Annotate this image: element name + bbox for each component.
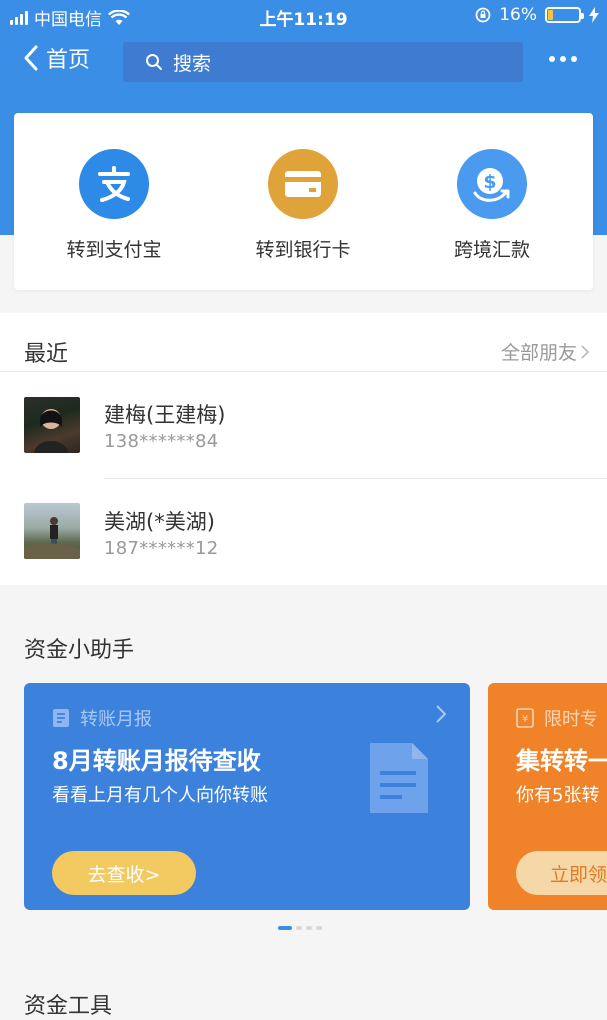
- card-headline: 8月转账月报待查收: [52, 747, 261, 775]
- orientation-lock-icon: [475, 7, 491, 23]
- chevron-right-icon: [581, 344, 589, 359]
- card-tag: ¥ 限时专: [516, 705, 598, 731]
- transfer-option-label: 跨境汇款: [453, 239, 530, 261]
- contact-row[interactable]: 建梅(王建梅) 138******84: [0, 371, 607, 479]
- card-subtitle: 你有5张转: [516, 785, 600, 806]
- search-icon: [146, 54, 162, 70]
- all-friends-label: 全部朋友: [500, 342, 577, 364]
- tools-title: 资金工具: [24, 994, 113, 1019]
- recent-title: 最近: [24, 342, 69, 367]
- search-placeholder: 搜索: [173, 52, 212, 75]
- card-tag: 转账月报: [52, 705, 152, 731]
- transfer-to-bank-card-button[interactable]: 转到银行卡: [223, 149, 383, 262]
- cross-border-remit-icon: $: [457, 149, 527, 219]
- report-icon: [53, 709, 69, 727]
- transfer-option-label: 转到银行卡: [255, 239, 351, 261]
- contact-phone: 187******12: [104, 538, 219, 559]
- transfer-options-card: 转到支付宝 转到银行卡 $ 跨境汇款: [14, 113, 593, 290]
- carousel-indicator: [278, 926, 322, 930]
- card-tag-label: 限时专: [544, 709, 598, 730]
- svg-text:¥: ¥: [522, 714, 528, 725]
- all-friends-link[interactable]: 全部朋友: [501, 338, 589, 365]
- check-report-button[interactable]: 去查收>: [52, 851, 196, 895]
- card-headline: 集转转一: [516, 747, 607, 775]
- bank-card-icon: [268, 149, 338, 219]
- card-tag-label: 转账月报: [80, 709, 152, 730]
- transfer-to-alipay-button[interactable]: 转到支付宝: [34, 149, 194, 262]
- back-label: 首页: [46, 48, 91, 73]
- chevron-right-icon: [436, 705, 446, 723]
- chevron-left-icon: [24, 45, 38, 71]
- assistant-title: 资金小助手: [24, 638, 135, 663]
- back-button[interactable]: 首页: [24, 42, 90, 74]
- avatar: [24, 503, 80, 559]
- more-icon[interactable]: [549, 56, 577, 62]
- claim-now-button[interactable]: 立即领耳: [516, 851, 607, 895]
- svg-text:$: $: [483, 171, 496, 193]
- contact-row[interactable]: 美湖(*美湖) 187******12: [0, 478, 607, 586]
- card-subtitle: 看看上月有几个人向你转账: [52, 785, 268, 806]
- avatar: [24, 397, 80, 453]
- cross-border-remit-button[interactable]: $ 跨境汇款: [412, 149, 572, 262]
- status-bar: 中国电信 上午11:19 16%: [0, 0, 607, 32]
- limited-offer-card[interactable]: ¥ 限时专 集转转一 你有5张转 立即领耳: [488, 683, 607, 910]
- nav-bar: 首页 搜索: [0, 38, 607, 86]
- charging-icon: [589, 7, 599, 23]
- contact-name: 建梅(王建梅): [104, 403, 226, 427]
- contact-name: 美湖(*美湖): [104, 510, 215, 534]
- coupon-icon: ¥: [516, 708, 534, 728]
- alipay-icon: [79, 149, 149, 219]
- battery-percent: 16%: [499, 5, 537, 25]
- battery-icon: [545, 7, 584, 23]
- transfer-option-label: 转到支付宝: [66, 239, 162, 261]
- contact-phone: 138******84: [104, 431, 219, 452]
- search-input[interactable]: 搜索: [123, 42, 523, 82]
- monthly-report-card[interactable]: 转账月报 8月转账月报待查收 看看上月有几个人向你转账 去查收>: [24, 683, 470, 910]
- document-icon: [370, 743, 428, 813]
